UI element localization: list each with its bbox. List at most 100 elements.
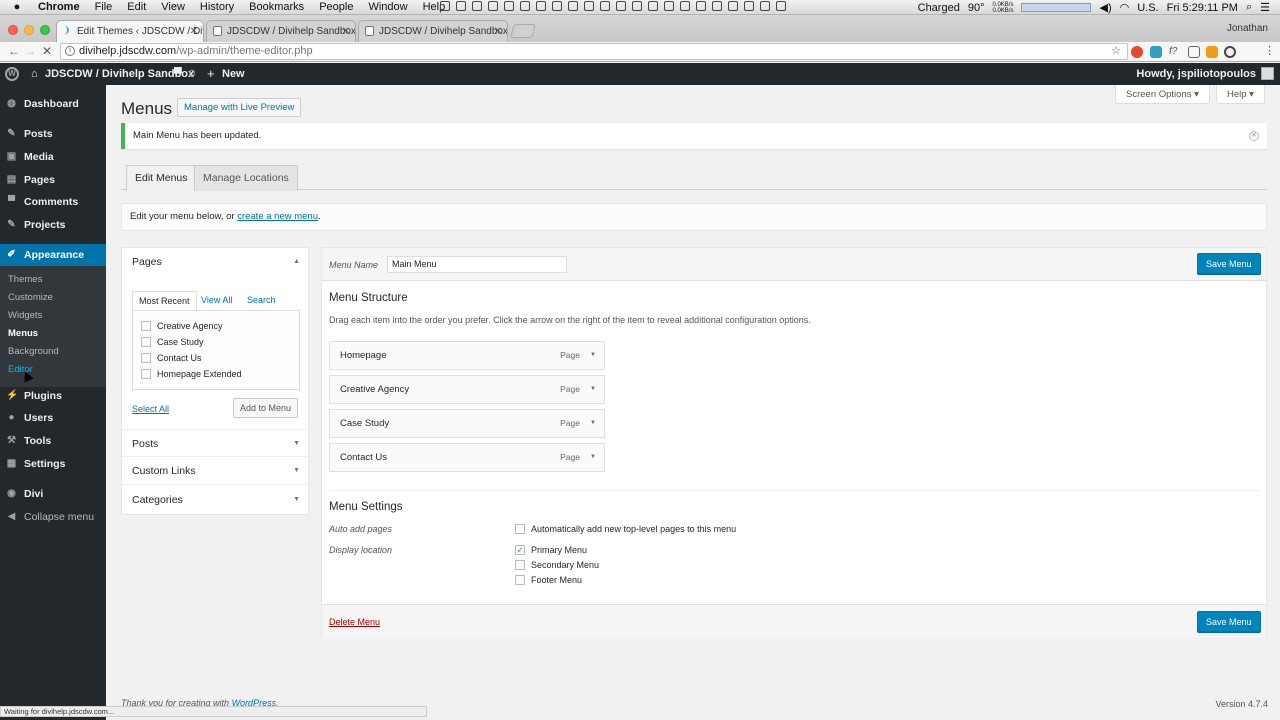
forward-icon[interactable]: →: [24, 44, 36, 58]
expand-arrow-icon[interactable]: ▼: [293, 486, 300, 514]
cpu-graph[interactable]: [1021, 3, 1092, 12]
tray-icon[interactable]: [728, 1, 738, 11]
list-item[interactable]: Case Study: [141, 335, 204, 349]
site-name-link[interactable]: JDSCDW / Divihelp Sandbox: [45, 63, 194, 85]
home-icon[interactable]: ⌂: [31, 63, 38, 85]
back-icon[interactable]: ←: [8, 44, 20, 58]
tray-icon[interactable]: [504, 1, 514, 11]
menubar-people[interactable]: People: [319, 1, 353, 13]
close-window-button[interactable]: [8, 25, 18, 35]
accordion-categories[interactable]: Categories ▼: [122, 486, 308, 514]
battery-status[interactable]: Charged: [918, 2, 960, 14]
add-to-menu-button[interactable]: Add to Menu: [233, 398, 299, 418]
tray-icon[interactable]: [664, 1, 674, 11]
sidebar-item-comments[interactable]: ▀ Comments: [0, 191, 106, 213]
sidebar-item-media[interactable]: ▣ Media: [0, 146, 106, 168]
select-all-link[interactable]: Select All: [132, 404, 169, 414]
menubar-file[interactable]: File: [95, 1, 113, 13]
browser-tab[interactable]: JDSCDW / Divihelp Sandbox ✕: [358, 20, 508, 42]
menu-name-input[interactable]: Main Menu: [387, 256, 567, 273]
sidebar-item-users[interactable]: ● Users: [0, 407, 106, 429]
expand-arrow-icon[interactable]: ▼: [293, 457, 300, 485]
location-footer[interactable]: Footer Menu: [515, 573, 582, 587]
volume-icon[interactable]: ◀): [1099, 1, 1111, 14]
new-tab-button[interactable]: [510, 24, 536, 38]
tray-icon[interactable]: [712, 1, 722, 11]
comments-icon[interactable]: ▀: [174, 63, 182, 85]
help-button[interactable]: Help ▾: [1216, 85, 1265, 104]
subtab-view-all[interactable]: View All: [195, 291, 238, 311]
tray-icon[interactable]: [472, 1, 482, 11]
menubar-window[interactable]: Window: [368, 1, 407, 13]
wordpress-logo-icon[interactable]: W: [5, 67, 19, 81]
tray-icon[interactable]: [536, 1, 546, 11]
tray-icon[interactable]: [744, 1, 754, 11]
list-item[interactable]: Homepage Extended: [141, 367, 242, 381]
browser-tab-active[interactable]: ❩ Edit Themes ‹ JDSCDW / Divih ✕: [56, 20, 204, 42]
subtab-search[interactable]: Search: [241, 291, 282, 311]
menubar-app-name[interactable]: Chrome: [38, 1, 80, 13]
tray-icon[interactable]: [456, 1, 466, 11]
menu-item[interactable]: Creative Agency Page ▼: [329, 375, 605, 404]
close-tab-icon[interactable]: ✕: [190, 26, 198, 37]
minimize-window-button[interactable]: [24, 25, 34, 35]
submenu-item-menus[interactable]: Menus: [8, 327, 38, 341]
menubar-history[interactable]: History: [200, 1, 234, 13]
checkbox[interactable]: [141, 321, 151, 331]
extension-sync-icon[interactable]: [1224, 46, 1236, 58]
new-content-link[interactable]: New: [222, 63, 245, 85]
tray-icon[interactable]: [568, 1, 578, 11]
auto-add-option[interactable]: Automatically add new top-level pages to…: [515, 522, 736, 536]
menubar-bookmarks[interactable]: Bookmarks: [249, 1, 304, 13]
list-item[interactable]: Contact Us: [141, 351, 202, 365]
checkmark-icon[interactable]: ✓: [515, 545, 525, 555]
avatar[interactable]: [1261, 67, 1274, 80]
apple-icon[interactable]: ●: [10, 1, 24, 13]
wifi-icon[interactable]: ◠: [1120, 1, 1130, 14]
extension-opera-icon[interactable]: [1131, 46, 1143, 58]
extension-lock-icon[interactable]: [1188, 46, 1200, 58]
input-locale[interactable]: U.S.: [1137, 2, 1158, 14]
expand-arrow-icon[interactable]: ▼: [590, 376, 596, 403]
location-secondary[interactable]: Secondary Menu: [515, 558, 599, 572]
location-primary[interactable]: ✓ Primary Menu: [515, 543, 587, 557]
collapse-menu-button[interactable]: ◀ Collapse menu: [0, 506, 106, 528]
sidebar-item-projects[interactable]: ✎ Projects: [0, 214, 106, 236]
chrome-menu-icon[interactable]: ⋮: [1264, 44, 1275, 57]
sidebar-item-dashboard[interactable]: ◍ Dashboard: [0, 93, 106, 115]
tab-edit-menus[interactable]: Edit Menus: [126, 165, 197, 191]
sidebar-item-appearance[interactable]: ✐ Appearance: [0, 244, 106, 266]
delete-menu-link[interactable]: Delete Menu: [329, 617, 380, 627]
accordion-posts[interactable]: Posts ▼: [122, 429, 308, 457]
create-new-menu-link[interactable]: create a new menu: [237, 211, 318, 222]
tray-icon[interactable]: [616, 1, 626, 11]
accordion-custom-links[interactable]: Custom Links ▼: [122, 457, 308, 485]
tray-icon[interactable]: [776, 1, 786, 11]
expand-arrow-icon[interactable]: ▼: [590, 342, 596, 369]
checkbox[interactable]: [515, 560, 525, 570]
list-item[interactable]: Creative Agency: [141, 319, 223, 333]
address-bar[interactable]: i divihelp.jdscdw.com/wp-admin/theme-edi…: [60, 43, 1128, 60]
collapse-arrow-icon[interactable]: ▲: [293, 248, 300, 276]
clock[interactable]: Fri 5:29:11 PM: [1167, 2, 1238, 14]
extension-fx-icon[interactable]: f?: [1169, 46, 1181, 58]
sidebar-item-divi[interactable]: ◉ Divi: [0, 483, 106, 505]
extension-icon[interactable]: [1150, 46, 1162, 58]
tab-manage-locations[interactable]: Manage Locations: [194, 165, 298, 191]
tray-icon[interactable]: [584, 1, 594, 11]
tray-icon[interactable]: [552, 1, 562, 11]
tray-icon[interactable]: [632, 1, 642, 11]
tray-icon[interactable]: [440, 1, 450, 11]
submenu-item-customize[interactable]: Customize: [8, 291, 53, 305]
tray-icon[interactable]: [648, 1, 658, 11]
checkbox[interactable]: [515, 524, 525, 534]
tray-icon[interactable]: [488, 1, 498, 11]
tray-icon[interactable]: [760, 1, 770, 11]
save-menu-button[interactable]: Save Menu: [1197, 611, 1261, 632]
menu-item[interactable]: Homepage Page ▼: [329, 341, 605, 370]
net-speed[interactable]: 0.0KB/s 0.0KB/s: [992, 2, 1013, 14]
tray-icon[interactable]: [600, 1, 610, 11]
sidebar-item-tools[interactable]: ⚒ Tools: [0, 430, 106, 452]
checkbox[interactable]: [515, 575, 525, 585]
howdy-user[interactable]: Howdy, jspiliotopoulos: [1136, 63, 1256, 85]
